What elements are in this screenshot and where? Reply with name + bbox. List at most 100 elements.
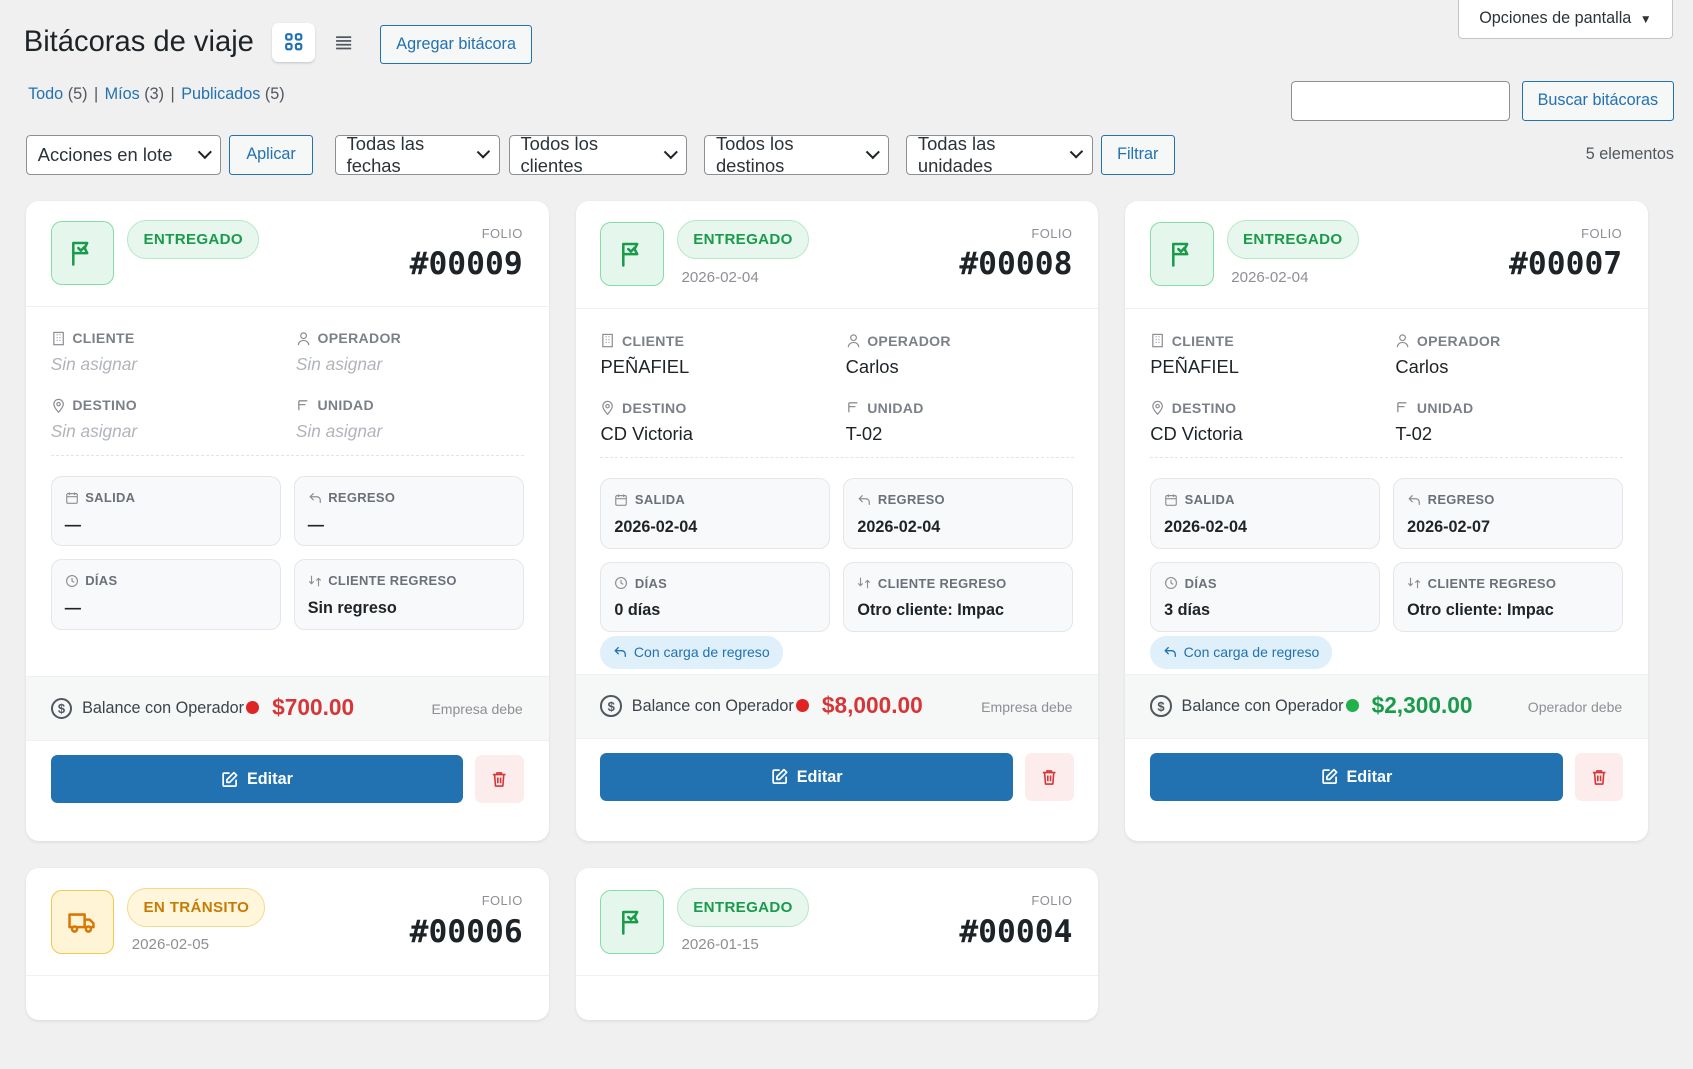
trip-date: 2026-02-04	[681, 268, 759, 286]
field-label: DESTINO	[72, 397, 137, 414]
calendar-icon	[1164, 493, 1178, 507]
operator-field: OPERADOR Carlos	[846, 333, 1073, 379]
days-value: —	[64, 599, 81, 618]
field-label: CLIENTE	[1171, 332, 1235, 349]
trash-icon	[1590, 768, 1608, 786]
edit-button[interactable]: Editar	[50, 754, 464, 804]
days-tile: DÍAS 3 días	[1150, 561, 1381, 632]
field-label: OPERADOR	[317, 330, 402, 347]
destination-value: CD Victoria	[600, 423, 693, 445]
edit-button[interactable]: Editar	[600, 752, 1013, 802]
status-badge: ENTREGADO	[677, 220, 809, 260]
folio-number: #00004	[959, 913, 1073, 950]
date-filter-select[interactable]: Todas las fechas	[334, 132, 501, 176]
card-header: EN TRÁNSITO 2026-02-05 FOLIO #00006	[25, 868, 549, 977]
add-logbook-button[interactable]: Agregar bitácora	[380, 24, 533, 64]
return-value: —	[307, 516, 324, 534]
logbook-card: EN TRÁNSITO 2026-02-05 FOLIO #00006	[25, 868, 549, 1020]
folio-label: FOLIO	[1581, 225, 1623, 241]
filter-published-link[interactable]: Publicados	[181, 85, 260, 103]
delete-button[interactable]	[1024, 752, 1074, 802]
status-icon-box	[600, 889, 665, 954]
return-client-value: Otro cliente: Impac	[1407, 601, 1554, 620]
card-info: CLIENTE Sin asignar OPERADOR Sin asignar D…	[26, 307, 549, 465]
filter-all-link[interactable]: Todo	[28, 85, 63, 103]
delete-button[interactable]	[475, 754, 524, 804]
trip-tiles: SALIDA — REGRESO — DÍAS — CLIENTE REGRESO Si…	[26, 460, 549, 644]
status-badge: ENTREGADO	[127, 220, 260, 260]
departure-value: 2026-02-04	[614, 518, 698, 537]
clock-icon	[1164, 576, 1178, 590]
logbook-card: ENTREGADO 2026-02-04 FOLIO #00007 CLIENT…	[1125, 200, 1649, 842]
balance-label: Balance con Operador	[631, 696, 794, 715]
return-value: 2026-02-07	[1407, 518, 1490, 537]
client-field: CLIENTE PEÑAFIEL	[1150, 333, 1377, 379]
return-arrow-icon	[613, 645, 627, 659]
filter-mine-link[interactable]: Míos	[105, 85, 140, 103]
dollar-icon: $	[1150, 695, 1172, 718]
trip-date: 2026-02-04	[1231, 268, 1309, 286]
edit-button[interactable]: Editar	[1150, 752, 1563, 802]
card-info: CLIENTE PEÑAFIEL OPERADOR Carlos DESTINO CD…	[576, 309, 1099, 467]
chevron-down-icon	[865, 145, 880, 160]
balance-label: Balance con Operador	[1181, 696, 1344, 715]
days-tile: DÍAS 0 días	[600, 561, 831, 632]
days-value: 3 días	[1164, 601, 1211, 620]
status-icon-box	[600, 222, 665, 287]
delete-button[interactable]	[1574, 752, 1624, 802]
card-header: ENTREGADO 2026-02-04 FOLIO #00008	[575, 201, 1099, 309]
search-input[interactable]	[1290, 81, 1510, 121]
unit-icon	[1395, 400, 1410, 415]
logbook-card: ENTREGADO 2026-02-04 FOLIO #00008 CLIENT…	[575, 200, 1099, 842]
unit-filter-select[interactable]: Todas las unidades	[906, 133, 1093, 176]
dollar-icon: $	[600, 695, 623, 718]
balance-amount: $8,000.00	[821, 692, 923, 719]
unit-field: UNIDAD Sin asignar	[296, 397, 523, 442]
client-filter-select[interactable]: Todos los clientes	[508, 133, 687, 176]
date-filter-value: Todas las fechas	[346, 132, 425, 176]
client-value: PEÑAFIEL	[1150, 356, 1239, 378]
departure-value: —	[64, 516, 81, 534]
list-view-button[interactable]	[322, 23, 365, 62]
card-header: ENTREGADO 2026-02-04 FOLIO #00007	[1125, 201, 1649, 309]
balance-indicator-dot	[246, 700, 260, 714]
edit-label: Editar	[247, 769, 293, 788]
tile-label: REGRESO	[328, 490, 396, 506]
user-icon	[296, 331, 311, 346]
map-pin-icon	[51, 398, 66, 413]
grid-view-button[interactable]	[272, 22, 316, 62]
departure-value: 2026-02-04	[1164, 518, 1247, 537]
return-arrow-icon	[308, 491, 322, 505]
filter-button[interactable]: Filtrar	[1100, 135, 1176, 175]
apply-button[interactable]: Aplicar	[228, 135, 314, 175]
search-button[interactable]: Buscar bitácoras	[1521, 81, 1674, 121]
dollar-icon: $	[50, 697, 73, 720]
pill-label: Con carga de regreso	[1183, 644, 1320, 661]
return-client-tile: CLIENTE REGRESO Otro cliente: Impac	[843, 561, 1074, 632]
destination-field: DESTINO CD Victoria	[1150, 400, 1377, 446]
field-label: CLIENTE	[622, 332, 685, 349]
destination-filter-select[interactable]: Todos los destinos	[704, 133, 889, 176]
status-badge: ENTREGADO	[1226, 220, 1359, 260]
chevron-down-icon	[663, 145, 678, 160]
caret-down-icon: ▼	[1639, 11, 1652, 26]
days-tile: DÍAS —	[50, 559, 281, 630]
building-icon	[51, 331, 66, 346]
balance-note: Operador debe	[1527, 698, 1623, 715]
field-label: DESTINO	[622, 399, 687, 416]
swap-icon	[308, 574, 322, 588]
trip-tiles: SALIDA 2026-02-04 REGRESO 2026-02-07 DÍAS 3…	[1125, 462, 1648, 669]
folio-label: FOLIO	[1031, 893, 1073, 909]
bulk-actions-select[interactable]: Acciones en lote	[25, 135, 222, 175]
trip-tiles: SALIDA 2026-02-04 REGRESO 2026-02-04 DÍAS 0…	[576, 462, 1099, 669]
operator-field: OPERADOR Sin asignar	[296, 330, 523, 375]
unit-field: UNIDAD T-02	[1395, 400, 1622, 446]
screen-options-button[interactable]: Opciones de pantalla ▼	[1458, 0, 1673, 39]
unit-icon	[846, 400, 861, 415]
return-client-tile: CLIENTE REGRESO Otro cliente: Impac	[1393, 561, 1624, 632]
card-header: ENTREGADO 2026-01-15 FOLIO #00004	[575, 868, 1099, 977]
balance-row: $ Balance con Operador $8,000.00 Empresa…	[575, 673, 1099, 739]
balance-row: $ Balance con Operador $700.00 Empresa d…	[25, 676, 549, 741]
items-count: 5 elementos	[1585, 144, 1674, 163]
tile-label: DÍAS	[634, 575, 668, 591]
